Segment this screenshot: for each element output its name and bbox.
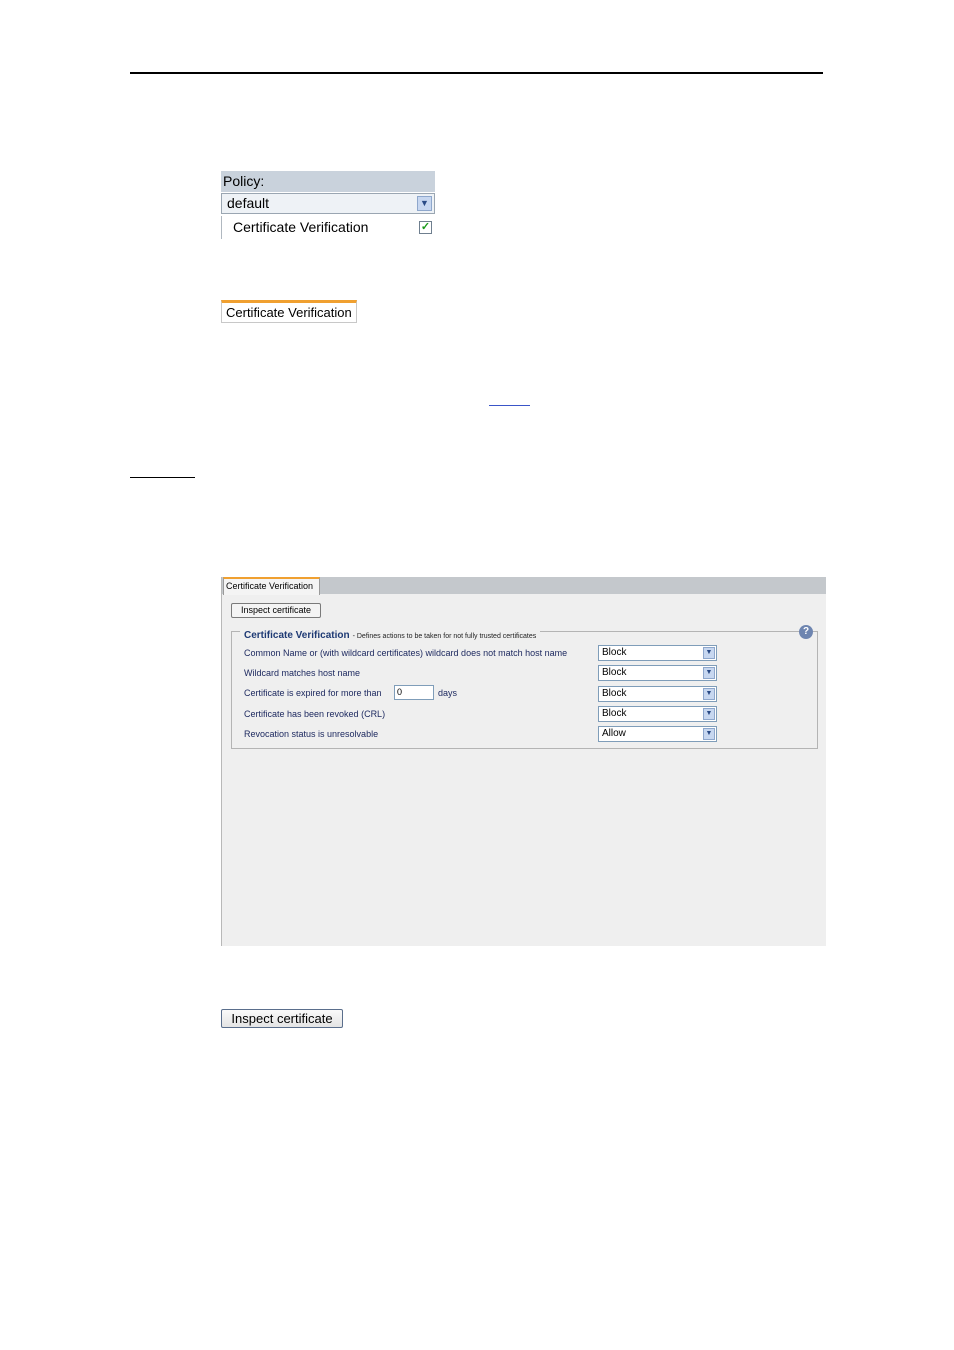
row-label-wildcard-match: Wildcard matches host name (244, 668, 361, 678)
tab-certificate-verification-preview[interactable]: Certificate Verification (221, 300, 357, 323)
header-rule (130, 72, 823, 74)
policy-row-label: Certificate Verification (233, 219, 369, 235)
certificate-verification-dialog: Certificate Verification Inspect certifi… (221, 577, 826, 946)
group-subtitle: - Defines actions to be taken for not fu… (352, 633, 537, 640)
select-value: Block (602, 708, 627, 719)
help-icon[interactable]: ? (799, 625, 813, 639)
checkbox-checked-icon[interactable]: ✓ (419, 221, 432, 234)
days-label: days (438, 688, 458, 698)
row-label-expired: Certificate is expired for more than (244, 688, 382, 698)
heading-underline (130, 477, 195, 478)
chevron-down-icon: ▼ (703, 708, 715, 720)
select-cn-mismatch[interactable]: Block ▼ (598, 645, 717, 661)
policy-header: Policy: (221, 171, 435, 192)
chevron-down-icon: ▼ (703, 667, 715, 679)
inspect-certificate-button-large[interactable]: Inspect certificate (221, 1009, 343, 1028)
select-value: Block (602, 688, 627, 699)
select-revoked[interactable]: Block ▼ (598, 706, 717, 722)
chevron-down-icon: ▼ (703, 647, 715, 659)
policy-panel: Policy: default ▼ Certificate Verificati… (221, 171, 435, 239)
policy-row-certificate-verification[interactable]: Certificate Verification ✓ (221, 216, 435, 239)
row-label-revoked: Certificate has been revoked (CRL) (244, 709, 386, 719)
row-label-unresolvable: Revocation status is unresolvable (244, 729, 379, 739)
select-unresolvable[interactable]: Allow ▼ (598, 726, 717, 742)
select-wildcard-match[interactable]: Block ▼ (598, 665, 717, 681)
policy-select-value: default (227, 195, 270, 211)
chevron-down-icon: ▼ (703, 728, 715, 740)
link-underline (489, 405, 530, 406)
policy-select[interactable]: default ▼ (221, 193, 435, 214)
chevron-down-icon: ▼ (417, 196, 432, 211)
inspect-certificate-button[interactable]: Inspect certificate (231, 603, 321, 618)
row-label-cn-mismatch: Common Name or (with wildcard certificat… (244, 648, 568, 658)
group-legend: Certificate Verification - Defines action… (240, 625, 541, 643)
group-title: Certificate Verification (244, 630, 350, 641)
select-value: Block (602, 647, 627, 658)
select-expired[interactable]: Block ▼ (598, 686, 717, 702)
chevron-down-icon: ▼ (703, 688, 715, 700)
select-value: Block (602, 667, 627, 678)
expired-days-input[interactable]: 0 (394, 685, 434, 700)
tab-certificate-verification[interactable]: Certificate Verification (223, 577, 320, 595)
select-value: Allow (602, 728, 626, 739)
